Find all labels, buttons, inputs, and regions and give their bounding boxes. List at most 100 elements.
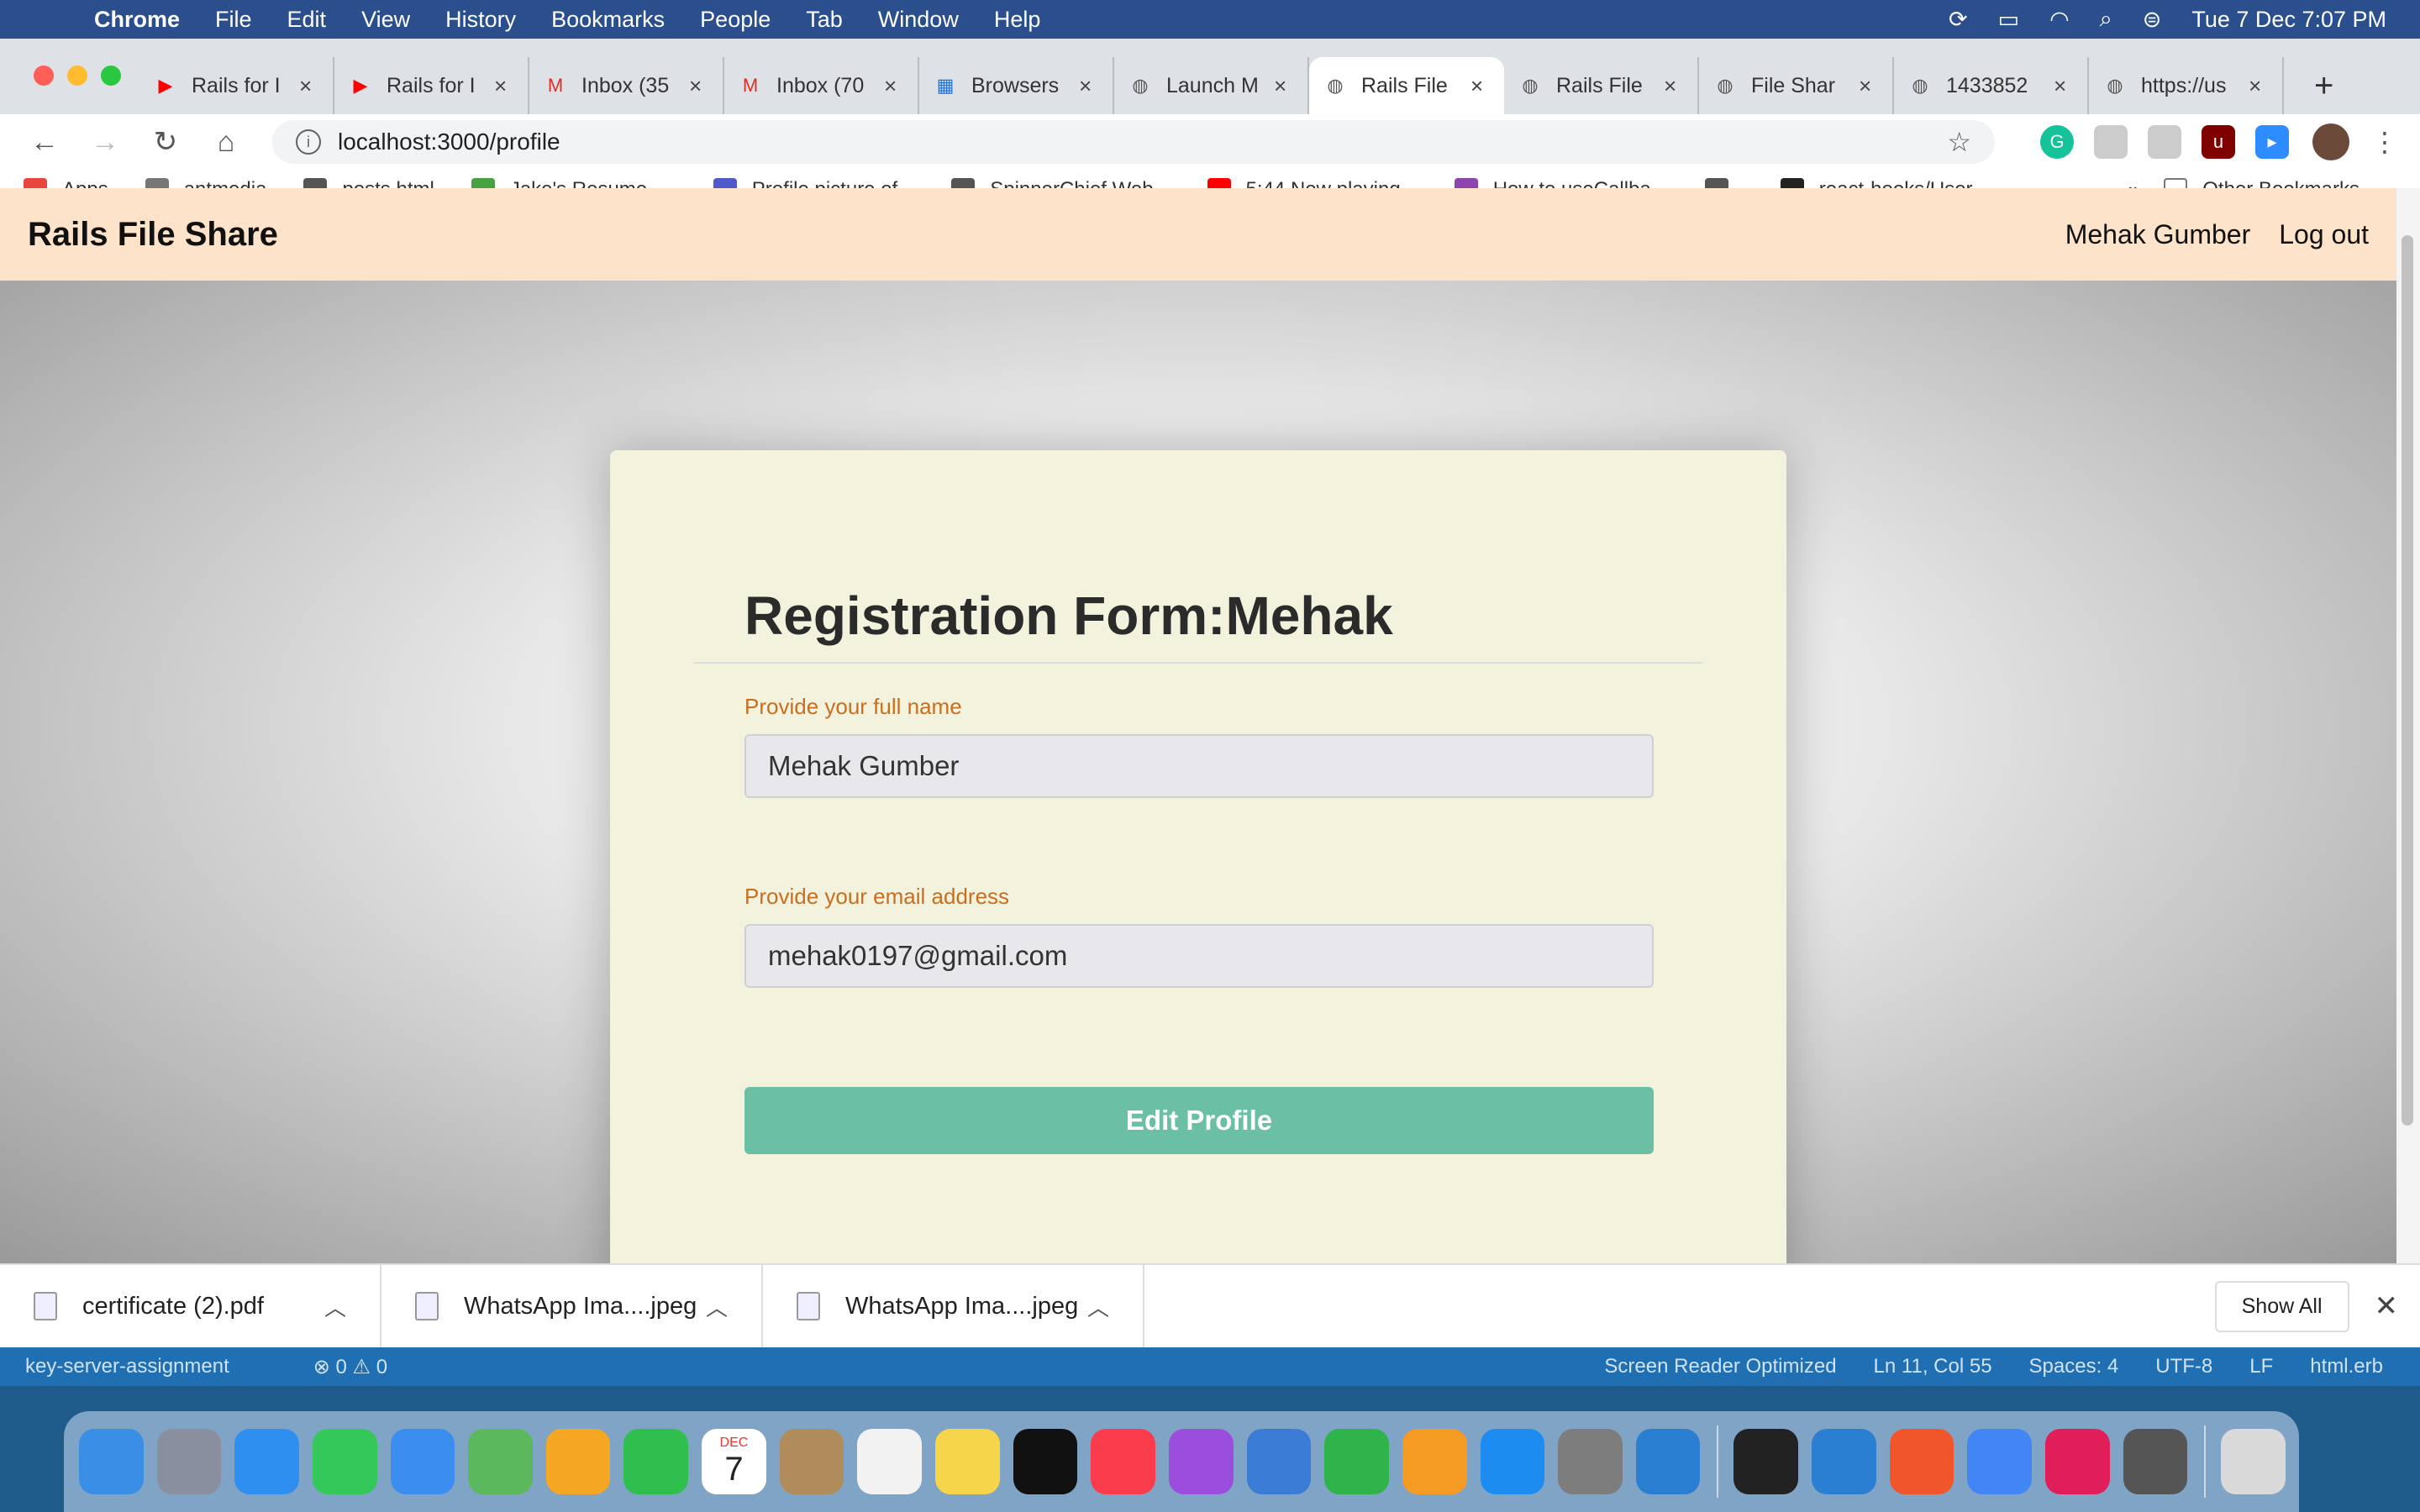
slack-icon[interactable] xyxy=(2044,1429,2110,1494)
launchpad-icon[interactable] xyxy=(156,1429,222,1494)
menu-help[interactable]: Help xyxy=(994,7,1041,33)
calendar-icon[interactable]: DEC 7 xyxy=(702,1429,766,1494)
close-tab-icon[interactable]: × xyxy=(299,73,319,99)
browser-tab[interactable]: ◍ https://us × xyxy=(2089,57,2284,114)
menu-view[interactable]: View xyxy=(361,7,410,33)
contacts-icon[interactable] xyxy=(779,1429,844,1494)
spotlight-search-icon[interactable]: ⌕ xyxy=(2100,6,2112,33)
brave-icon[interactable] xyxy=(1889,1429,1954,1494)
keynote-icon[interactable] xyxy=(1246,1429,1312,1494)
browser-tab[interactable]: ◍ Rails File × xyxy=(1309,57,1504,114)
sync-icon[interactable]: ⟳ xyxy=(1949,7,1968,33)
browser-tab[interactable]: ▶ Rails for I × xyxy=(334,57,529,114)
close-tab-icon[interactable]: × xyxy=(2054,73,2074,99)
mail-icon[interactable] xyxy=(390,1429,455,1494)
close-tab-icon[interactable]: × xyxy=(689,73,709,99)
logout-link[interactable]: Log out xyxy=(2279,219,2369,250)
podcasts-icon[interactable] xyxy=(1168,1429,1234,1494)
browser-tab[interactable]: M Inbox (70 × xyxy=(724,57,919,114)
system-preferences-icon[interactable] xyxy=(1558,1429,1623,1494)
maps-icon[interactable] xyxy=(468,1429,533,1494)
battery-icon[interactable]: ▭ xyxy=(1998,7,2020,33)
chrome-icon[interactable] xyxy=(1967,1429,2032,1494)
chevron-up-icon[interactable]: ︿ xyxy=(706,1291,728,1322)
pages-icon[interactable] xyxy=(1402,1429,1467,1494)
clipboard-extension-icon[interactable] xyxy=(2094,125,2128,159)
download-item[interactable]: WhatsApp Ima....jpeg ︿ xyxy=(763,1264,1144,1348)
address-bar-url[interactable]: localhost:3000/profile xyxy=(338,129,1947,155)
vscode-icon[interactable] xyxy=(1635,1429,1701,1494)
browser-tab[interactable]: ◍ Rails File × xyxy=(1504,57,1699,114)
address-bar[interactable]: i localhost:3000/profile ☆ xyxy=(272,120,1995,164)
email-input[interactable]: mehak0197@gmail.com xyxy=(744,924,1654,988)
wifi-icon[interactable]: ◠ xyxy=(2049,7,2070,33)
menu-window[interactable]: Window xyxy=(878,7,959,33)
browser-tab[interactable]: ◍ 1433852 × xyxy=(1894,57,2089,114)
photos-icon[interactable] xyxy=(545,1429,611,1494)
close-tab-icon[interactable]: × xyxy=(1859,73,1879,99)
messages-icon[interactable] xyxy=(312,1429,377,1494)
close-tab-icon[interactable]: × xyxy=(884,73,904,99)
browser-tab[interactable]: ◍ File Shar × xyxy=(1699,57,1894,114)
zoom-extension-icon[interactable]: ▸ xyxy=(2255,125,2289,159)
browser-tab[interactable]: ◍ Launch M × xyxy=(1114,57,1309,114)
close-tab-icon[interactable]: × xyxy=(2249,73,2269,99)
close-downloads-icon[interactable]: ✕ xyxy=(2375,1289,2399,1323)
script-editor-icon[interactable] xyxy=(2123,1429,2188,1494)
menu-history[interactable]: History xyxy=(445,7,516,33)
menu-tab[interactable]: Tab xyxy=(806,7,843,33)
edit-profile-button[interactable]: Edit Profile xyxy=(744,1087,1654,1154)
trash-icon[interactable] xyxy=(2221,1429,2286,1494)
close-tab-icon[interactable]: × xyxy=(1664,73,1684,99)
browser-tab[interactable]: M Inbox (35 × xyxy=(529,57,724,114)
notes-icon[interactable] xyxy=(935,1429,1000,1494)
forward-button[interactable]: → xyxy=(82,126,128,159)
puzzle-extension-icon[interactable] xyxy=(2148,125,2181,159)
close-window-button[interactable] xyxy=(34,66,54,86)
new-tab-button[interactable]: + xyxy=(2314,57,2333,114)
menu-people[interactable]: People xyxy=(700,7,771,33)
close-tab-icon[interactable]: × xyxy=(1274,73,1294,99)
reminders-icon[interactable] xyxy=(857,1429,923,1494)
download-item[interactable]: certificate (2).pdf ︿ xyxy=(0,1264,381,1348)
menu-edit[interactable]: Edit xyxy=(287,7,327,33)
browser-tab[interactable]: ▶ Rails for I × xyxy=(139,57,334,114)
bluetooth-icon[interactable] xyxy=(1812,1429,1876,1494)
chrome-menu-icon[interactable]: ⋮ xyxy=(2371,126,2398,158)
download-item[interactable]: WhatsApp Ima....jpeg ︿ xyxy=(381,1264,763,1348)
music-icon[interactable] xyxy=(1091,1429,1155,1494)
minimize-window-button[interactable] xyxy=(67,66,87,86)
page-scrollbar[interactable] xyxy=(2396,188,2420,1263)
app-store-icon[interactable] xyxy=(1480,1429,1545,1494)
reload-button[interactable]: ↻ xyxy=(143,125,188,159)
zoom-window-button[interactable] xyxy=(101,66,121,86)
menu-file[interactable]: File xyxy=(215,7,252,33)
chevron-up-icon[interactable]: ︿ xyxy=(324,1291,346,1322)
site-brand[interactable]: Rails File Share xyxy=(28,216,278,254)
show-all-downloads-button[interactable]: Show All xyxy=(2214,1280,2349,1332)
site-info-icon[interactable]: i xyxy=(296,129,321,155)
close-tab-icon[interactable]: × xyxy=(494,73,514,99)
back-button[interactable]: ← xyxy=(22,126,67,159)
nav-user-name[interactable]: Mehak Gumber xyxy=(2065,219,2251,250)
finder-icon[interactable] xyxy=(79,1429,144,1494)
numbers-icon[interactable] xyxy=(1324,1429,1389,1494)
control-center-icon[interactable]: ⊜ xyxy=(2143,7,2162,33)
menu-clock[interactable]: Tue 7 Dec 7:07 PM xyxy=(2191,7,2386,33)
menu-app-name[interactable]: Chrome xyxy=(94,7,180,33)
close-tab-icon[interactable]: × xyxy=(1470,73,1491,99)
close-tab-icon[interactable]: × xyxy=(1079,73,1099,99)
home-button[interactable]: ⌂ xyxy=(203,126,249,159)
scrollbar-thumb[interactable] xyxy=(2402,235,2413,1126)
safari-icon[interactable] xyxy=(234,1429,299,1494)
bookmark-star-icon[interactable]: ☆ xyxy=(1947,126,1971,158)
chevron-up-icon[interactable]: ︿ xyxy=(1087,1291,1109,1322)
terminal-icon[interactable] xyxy=(1733,1429,1799,1494)
full-name-input[interactable]: Mehak Gumber xyxy=(744,734,1654,798)
profile-avatar[interactable] xyxy=(2312,123,2349,160)
browser-tab[interactable]: ▦ Browsers × xyxy=(919,57,1114,114)
ublock-extension-icon[interactable]: u xyxy=(2202,125,2235,159)
menu-bookmarks[interactable]: Bookmarks xyxy=(551,7,665,33)
facetime-icon[interactable] xyxy=(623,1429,689,1494)
grammarly-extension-icon[interactable]: G xyxy=(2040,125,2074,159)
